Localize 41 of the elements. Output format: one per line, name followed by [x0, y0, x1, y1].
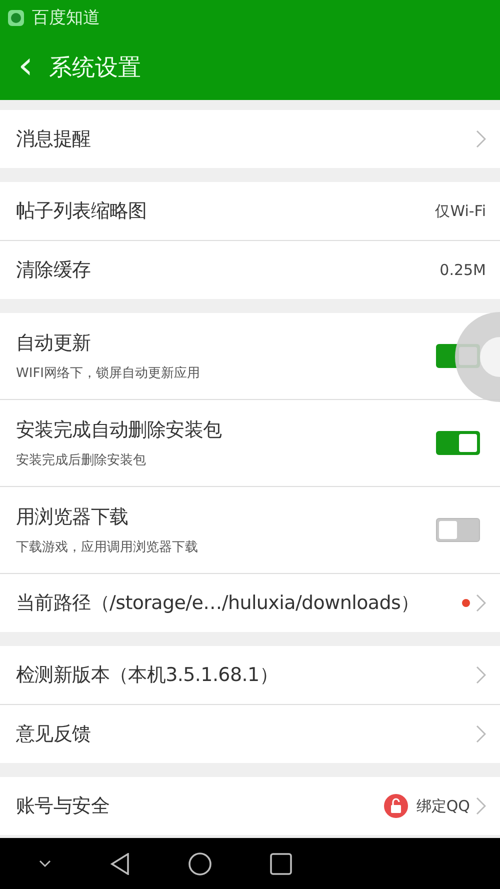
back-icon[interactable] — [110, 852, 130, 874]
settings-row[interactable]: 用浏览器下载 下载游戏，应用调用浏览器下载 — [0, 487, 500, 574]
lock-icon — [384, 794, 408, 818]
settings-row[interactable]: 当前路径（/storage/e…/huluxia/downloads） — [0, 574, 500, 632]
path-label: 当前路径（/storage/e…/huluxia/downloads） — [16, 591, 420, 616]
home-icon[interactable] — [188, 852, 212, 876]
page-title: 系统设置 — [49, 54, 142, 83]
settings-row[interactable]: 检测新版本（本机3.5.1.68.1） — [0, 646, 500, 705]
settings-row[interactable]: 消息提醒 — [0, 110, 500, 168]
recents-icon[interactable] — [270, 852, 292, 874]
row-subtitle: 安装完成后删除安装包 — [16, 452, 147, 469]
row-value: 仅Wi-Fi — [435, 202, 486, 220]
chevron-down-icon[interactable] — [39, 860, 52, 868]
chevron-icon — [476, 130, 486, 148]
settings-row[interactable]: 意见反馈 — [0, 705, 500, 763]
row-label: 意见反馈 — [16, 722, 92, 747]
row-subtitle: WIFI网络下，锁屏自动更新应用 — [16, 365, 201, 382]
row-label: 账号与安全 — [16, 794, 111, 819]
notification-dot-icon — [462, 599, 470, 607]
chevron-icon — [476, 797, 486, 815]
row-label: 自动更新 — [16, 331, 92, 356]
row-value: 绑定QQ — [416, 796, 470, 816]
chevron-icon — [476, 594, 486, 612]
toggle-switch[interactable] — [436, 518, 480, 542]
row-label: 用浏览器下载 — [16, 505, 130, 530]
chevron-icon — [476, 666, 486, 684]
row-value: 0.25M — [440, 261, 486, 279]
settings-row[interactable]: 帖子列表缩略图 仅Wi-Fi — [0, 182, 500, 241]
row-label: 检测新版本（本机3.5.1.68.1） — [16, 663, 279, 688]
settings-row[interactable]: 账号与安全 绑定QQ — [0, 777, 500, 835]
row-label: 消息提醒 — [16, 127, 92, 152]
row-label: 清除缓存 — [16, 258, 92, 283]
row-subtitle: 下载游戏，应用调用浏览器下载 — [16, 539, 199, 556]
app-icon — [8, 10, 24, 26]
settings-row[interactable]: 清除缓存 0.25M — [0, 241, 500, 299]
row-label: 帖子列表缩略图 — [16, 199, 148, 224]
settings-row[interactable]: 安装完成自动删除安装包 安装完成后删除安装包 — [0, 400, 500, 487]
chevron-icon — [476, 725, 486, 743]
row-label: 安装完成自动删除安装包 — [16, 418, 223, 443]
app-name: 百度知道 — [32, 7, 100, 29]
toggle-switch[interactable] — [436, 431, 480, 455]
